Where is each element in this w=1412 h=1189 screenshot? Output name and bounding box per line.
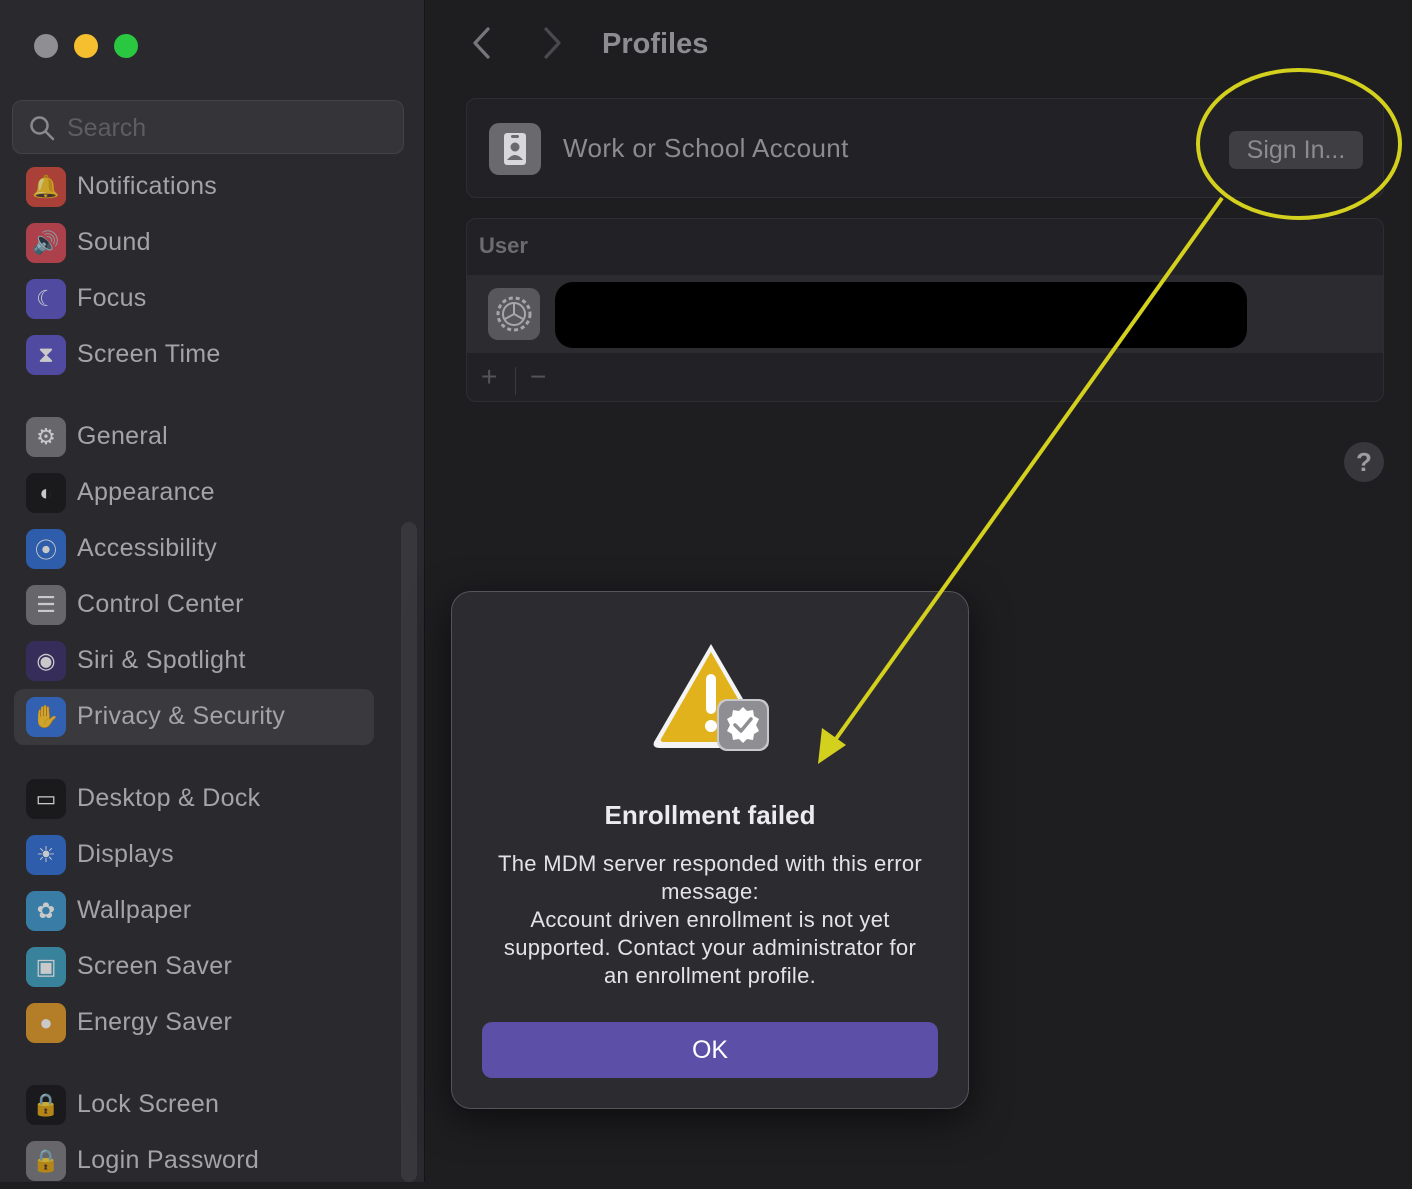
sidebar-item-label: Control Center <box>77 590 244 618</box>
remove-profile-button[interactable]: − <box>530 361 546 393</box>
appearance-icon: ◐ <box>26 473 66 513</box>
sidebar-item-accessibility[interactable]: ⦿ Accessibility <box>14 521 374 577</box>
lock-icon: 🔒 <box>26 1141 66 1181</box>
add-profile-button[interactable]: + <box>481 361 497 393</box>
sidebar-item-label: Displays <box>77 840 174 868</box>
gear-icon: ⚙ <box>26 417 66 457</box>
dialog-title: Enrollment failed <box>604 800 816 830</box>
page-title: Profiles <box>602 28 709 60</box>
toggles-icon: ☰ <box>26 585 66 625</box>
search-placeholder: Search <box>67 114 147 142</box>
sidebar-item-general[interactable]: ⚙ General <box>14 409 374 465</box>
sidebar-item-label: Screen Saver <box>77 952 233 980</box>
sidebar-scrollbar[interactable] <box>401 522 417 1182</box>
profile-row[interactable] <box>467 275 1383 353</box>
sidebar-item-label: Energy Saver <box>77 1008 233 1036</box>
divider <box>515 367 516 395</box>
help-button[interactable]: ? <box>1344 442 1384 482</box>
sidebar-item-label: General <box>77 422 169 450</box>
close-window-button[interactable] <box>34 34 58 58</box>
sidebar-item-desktop-dock[interactable]: ▭ Desktop & Dock <box>14 771 374 827</box>
work-account-card: Work or School Account Sign In... <box>466 98 1384 198</box>
sign-in-button[interactable]: Sign In... <box>1229 131 1363 169</box>
hand-icon: ✋ <box>26 697 66 737</box>
sidebar-item-appearance[interactable]: ◐ Appearance <box>14 465 374 521</box>
sidebar-item-notifications[interactable]: 🔔 Notifications <box>14 159 374 215</box>
sidebar-item-label: Notifications <box>77 172 218 200</box>
accessibility-icon: ⦿ <box>26 529 66 569</box>
dialog-message: The MDM server responded with this error… <box>497 851 923 988</box>
search-input[interactable]: Search <box>12 100 404 154</box>
sidebar-item-displays[interactable]: ☀ Displays <box>14 827 374 883</box>
sidebar-item-lock-screen[interactable]: 🔒 Lock Screen <box>14 1077 374 1133</box>
sidebar-item-label: Accessibility <box>77 534 218 562</box>
sidebar-item-label: Appearance <box>77 478 215 506</box>
sidebar: Search 🔔 Notifications 🔊 Sound ☾ Focus ⧗ Screen… <box>0 0 425 1182</box>
sidebar-item-label: Login Password <box>77 1146 260 1174</box>
sidebar-item-screen-saver[interactable]: ▣ Screen Saver <box>14 939 374 995</box>
screensaver-icon: ▣ <box>26 947 66 987</box>
redacted-profile-name <box>555 282 1247 348</box>
work-account-label: Work or School Account <box>563 133 849 163</box>
sidebar-item-sound[interactable]: 🔊 Sound <box>14 215 374 271</box>
ok-button[interactable]: OK <box>482 1022 938 1078</box>
verified-badge-icon <box>717 699 769 751</box>
sidebar-item-label: Sound <box>77 228 151 256</box>
zoom-window-button[interactable] <box>114 34 138 58</box>
minimize-window-button[interactable] <box>74 34 98 58</box>
search-icon <box>30 116 55 141</box>
sidebar-item-screen-time[interactable]: ⧗ Screen Time <box>14 327 374 383</box>
siri-icon: ◉ <box>26 641 66 681</box>
sidebar-item-focus[interactable]: ☾ Focus <box>14 271 374 327</box>
moon-icon: ☾ <box>26 279 66 319</box>
sidebar-item-label: Lock Screen <box>77 1090 220 1118</box>
sidebar-item-siri-spotlight[interactable]: ◉ Siri & Spotlight <box>14 633 374 689</box>
sun-icon: ☀ <box>26 835 66 875</box>
forward-button[interactable] <box>542 26 564 66</box>
sidebar-item-label: Screen Time <box>77 340 221 368</box>
speaker-icon: 🔊 <box>26 223 66 263</box>
sidebar-item-label: Focus <box>77 284 147 312</box>
sidebar-item-label: Wallpaper <box>77 896 192 924</box>
sidebar-item-login-password[interactable]: 🔒 Login Password <box>14 1133 374 1189</box>
sidebar-item-privacy-security[interactable]: ✋ Privacy & Security <box>14 689 374 745</box>
bulb-icon: ● <box>26 1003 66 1043</box>
sidebar-item-label: Desktop & Dock <box>77 784 261 812</box>
hourglass-icon: ⧗ <box>26 335 66 375</box>
sidebar-item-label: Siri & Spotlight <box>77 646 246 674</box>
user-section-header: User <box>479 233 528 258</box>
user-profiles-list: User + − <box>466 218 1384 402</box>
bell-icon: 🔔 <box>26 167 66 207</box>
id-badge-icon <box>489 123 541 175</box>
sidebar-item-energy-saver[interactable]: ● Energy Saver <box>14 995 374 1051</box>
sidebar-item-wallpaper[interactable]: ✿ Wallpaper <box>14 883 374 939</box>
enrollment-error-dialog: Enrollment failed The MDM server respond… <box>451 591 969 1109</box>
sidebar-item-control-center[interactable]: ☰ Control Center <box>14 577 374 633</box>
settings-gear-icon <box>488 288 540 340</box>
chevron-right-icon <box>544 27 561 59</box>
lock-icon: 🔒 <box>26 1085 66 1125</box>
chevron-left-icon <box>473 27 490 59</box>
sidebar-item-label: Privacy & Security <box>77 702 286 730</box>
flower-icon: ✿ <box>26 891 66 931</box>
back-button[interactable] <box>470 26 492 66</box>
dock-icon: ▭ <box>26 779 66 819</box>
